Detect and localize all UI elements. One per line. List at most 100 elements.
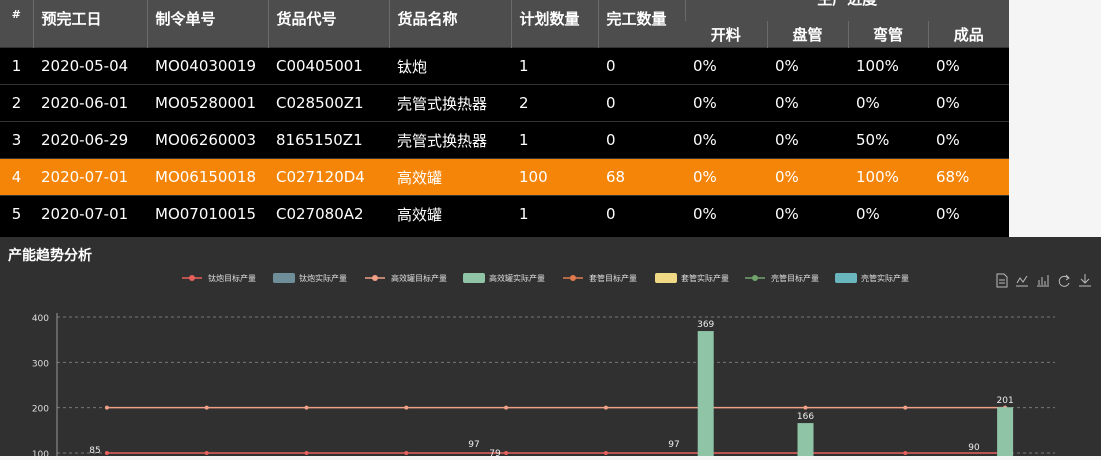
production-table: # 预完工日 制令单号 货品代号 货品名称 计划数量 完工数量 生产进度 开料 … [0,0,1009,232]
y-tick-label: 200 [32,405,49,415]
cell-due-date: 2020-07-01 [33,158,147,196]
legend-item[interactable]: 高效罐实际产量 [463,273,545,283]
table-row[interactable]: 5 2020-07-01 MO07010015 C027080A2 高效罐 1 … [0,195,1009,232]
data-label: 79 [489,449,501,456]
cell-progress-finished: 0% [928,84,1009,122]
legend-item[interactable]: 钛炮实际产量 [273,273,347,283]
target-point [903,451,908,455]
chart-grid: 100 200 300 400 [32,313,1055,460]
data-labels: 369 166 201 85 97 79 97 90 [89,320,1014,459]
bar-value-label: 201 [997,396,1014,406]
cell-product-name: 高效罐 [389,195,511,232]
table-row[interactable]: 2 2020-06-01 MO05280001 C028500Z1 壳管式换热器… [0,84,1009,122]
cell-progress-finished: 0% [928,121,1009,159]
legend-item[interactable]: 高效罐目标产量 [365,273,447,283]
cell-due-date: 2020-05-04 [33,47,147,85]
target-point [104,451,109,455]
target-point [903,405,908,410]
table-row[interactable]: 3 2020-06-29 MO06260003 8165150Z1 壳管式换热器… [0,121,1009,159]
header-product-code[interactable]: 货品代号 [267,0,389,48]
legend-dot-swatch [570,275,576,281]
actual-bar[interactable] [797,423,814,456]
legend-box-swatch [463,273,485,283]
data-label: 97 [668,440,679,450]
y-tick-label: 400 [32,314,49,324]
header-progress-bending[interactable]: 弯管 [847,21,928,48]
legend-item[interactable]: 壳管实际产量 [835,273,909,283]
header-due-date[interactable]: 预完工日 [32,0,147,48]
legend-dot-swatch [752,275,758,281]
cell-done-qty: 0 [598,47,685,85]
actual-bar[interactable] [997,407,1014,456]
legend-box-swatch [655,273,677,283]
cell-plan-qty: 2 [511,84,598,122]
header-done-qty[interactable]: 完工数量 [597,0,685,48]
header-plan-qty[interactable]: 计划数量 [510,0,598,48]
legend-label: 壳管实际产量 [861,273,909,283]
cell-progress-coiling: 0% [767,158,848,196]
legend-item[interactable]: 套管实际产量 [655,273,729,283]
legend-item[interactable]: 套管目标产量 [563,273,637,283]
actual-bars [697,331,1014,456]
cell-done-qty: 0 [598,121,685,159]
cell-progress-finished: 0% [928,195,1009,232]
legend-dot-swatch [189,275,195,281]
header-progress-group: 生产进度 [684,0,1009,21]
cell-progress-cutting: 0% [685,195,767,232]
header-progress-coiling[interactable]: 盘管 [766,21,848,48]
header-progress-finished[interactable]: 成品 [927,21,1009,48]
legend-dot-swatch [372,275,378,281]
data-view-icon[interactable] [996,273,1008,288]
target-point [404,451,409,455]
cell-index: 1 [0,47,33,85]
target-point [204,405,209,410]
bar-chart-icon[interactable] [1037,275,1049,287]
target-point [404,405,409,410]
cell-progress-coiling: 0% [767,84,848,122]
legend-label: 套管目标产量 [589,273,637,283]
cell-plan-qty: 1 [511,47,598,85]
legend-item[interactable]: 壳管目标产量 [745,273,819,283]
restore-icon[interactable] [1058,274,1070,287]
cell-order-no: MO06260003 [147,121,268,159]
legend-label: 高效罐目标产量 [391,273,447,283]
table-row[interactable]: 1 2020-05-04 MO04030019 C00405001 钛炮 1 0… [0,47,1009,85]
cell-progress-finished: 0% [928,47,1009,85]
cell-product-code: C027080A2 [268,195,389,232]
cell-order-no: MO05280001 [147,84,268,122]
legend-label: 高效罐实际产量 [489,273,545,283]
cell-due-date: 2020-06-29 [33,121,147,159]
cell-progress-bending: 50% [848,121,928,159]
header-product-name[interactable]: 货品名称 [388,0,511,48]
bar-value-label: 166 [797,412,814,422]
target-point [104,405,109,410]
table-row-selected[interactable]: 4 2020-07-01 MO06150018 C027120D4 高效罐 10… [0,158,1009,196]
target-point [304,451,309,455]
legend-label: 壳管目标产量 [771,273,819,283]
production-table-panel: # 预完工日 制令单号 货品代号 货品名称 计划数量 完工数量 生产进度 开料 … [0,0,1009,237]
cell-progress-coiling: 0% [767,121,848,159]
y-tick-label: 100 [32,450,49,456]
line-chart-icon[interactable] [1016,275,1028,287]
cell-progress-cutting: 0% [685,158,767,196]
chart-section-title: 产能趋势分析 [8,248,92,264]
legend-item[interactable]: 钛炮目标产量 [182,273,256,283]
legend-label: 钛炮目标产量 [208,273,256,283]
cell-progress-bending: 0% [848,195,928,232]
header-order-no[interactable]: 制令单号 [146,0,268,48]
cell-plan-qty: 1 [511,121,598,159]
legend-label: 钛炮实际产量 [299,273,347,283]
actual-bar[interactable] [697,331,714,456]
target-point [504,451,509,455]
cell-product-code: 8165150Z1 [268,121,389,159]
cell-progress-finished: 68% [928,158,1009,196]
cell-progress-bending: 100% [848,158,928,196]
cell-progress-bending: 0% [848,84,928,122]
cell-index: 2 [0,84,33,122]
cell-progress-cutting: 0% [685,121,767,159]
chart-legend[interactable]: 钛炮目标产量 钛炮实际产量 高效罐目标产量 高效罐实际产量 套管目标产量 套管实际产量 壳管… [182,273,909,283]
download-icon[interactable] [1079,274,1091,287]
cell-progress-coiling: 0% [767,195,848,232]
header-progress-cutting[interactable]: 开料 [685,21,767,48]
cell-order-no: MO06150018 [147,158,268,196]
